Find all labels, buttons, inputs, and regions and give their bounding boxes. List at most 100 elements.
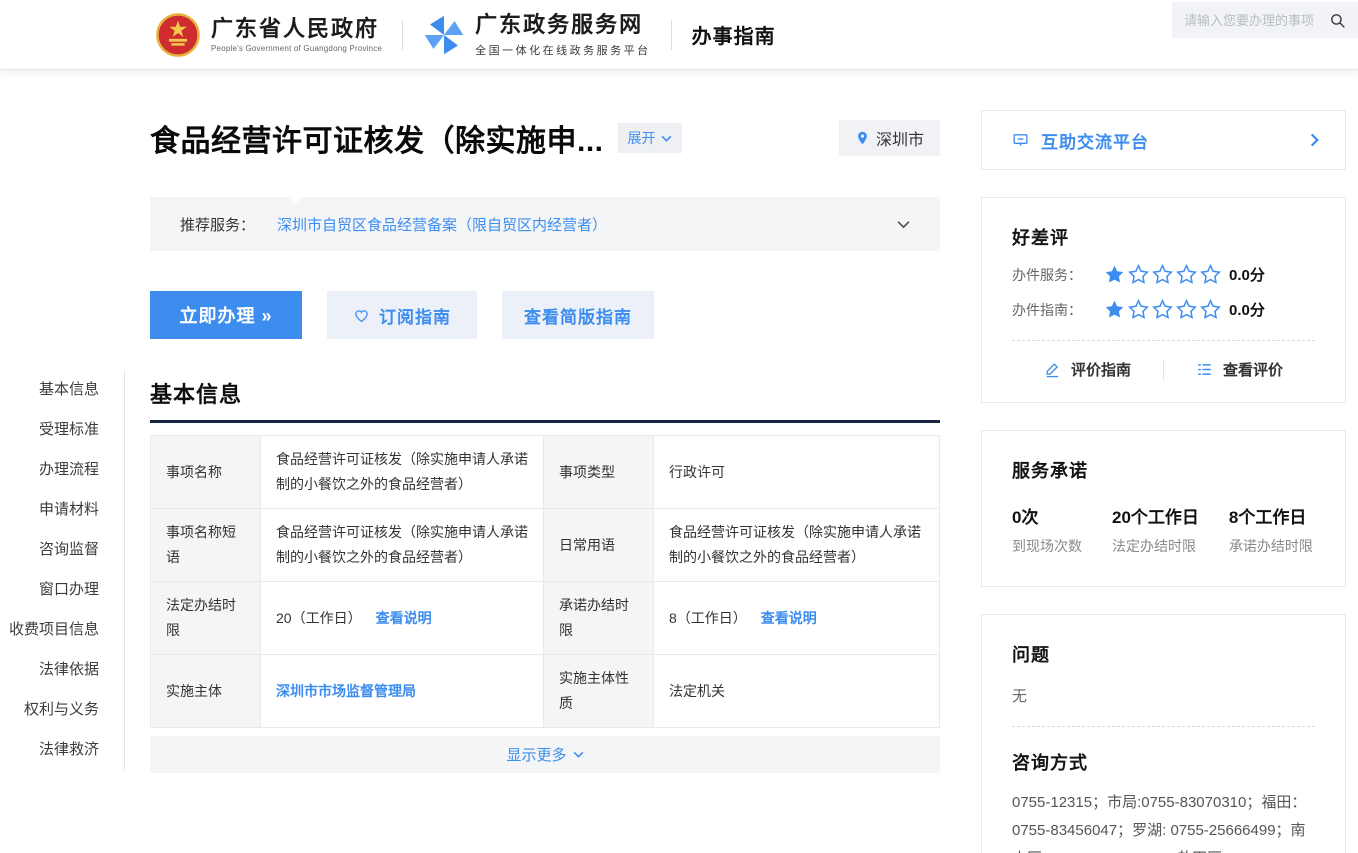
page-title: 食品经营许可证核发（除实施申...	[150, 116, 604, 160]
basic-info-heading: 基本信息	[150, 377, 940, 423]
pinwheel-logo-icon	[423, 14, 465, 56]
rating-service-label: 办件服务：	[1012, 265, 1104, 285]
chevron-right-icon	[1310, 133, 1319, 147]
show-more-label: 显示更多	[506, 744, 566, 765]
nav-item-accept-standard[interactable]: 受理标准	[0, 410, 124, 450]
basic-info-table: 事项名称 食品经营许可证核发（除实施申请人承诺制的小餐饮之外的食品经营者） 事项…	[150, 435, 940, 728]
view-explanation-link[interactable]: 查看说明	[761, 606, 817, 631]
rating-links: 评价指南 查看评价	[1012, 359, 1315, 380]
search-icon[interactable]	[1329, 12, 1346, 29]
table-label: 实施主体	[151, 655, 261, 727]
stat-onsite-visits: 0次 到现场次数	[1012, 503, 1082, 556]
apply-now-button[interactable]: 立即办理 »	[150, 291, 302, 339]
stat-label: 承诺办结时限	[1229, 536, 1313, 556]
rating-row-guide: 办件指南： 0.0分	[1012, 299, 1315, 320]
list-icon	[1196, 361, 1213, 378]
table-value: 食品经营许可证核发（除实施申请人承诺制的小餐饮之外的食品经营者）	[654, 509, 939, 582]
table-value-text: 法定机关	[669, 679, 725, 704]
nav-item-fees[interactable]: 收费项目信息	[0, 610, 124, 650]
question-consult-card: 问题 无 咨询方式 0755-12315；市局:0755-83070310；福田…	[981, 614, 1346, 853]
table-label: 事项名称短语	[151, 509, 261, 582]
nav-item-process[interactable]: 办理流程	[0, 450, 124, 490]
comment-icon	[1012, 132, 1029, 149]
star-icon	[1104, 264, 1125, 285]
national-emblem-icon	[155, 12, 201, 58]
nav-item-rights-duties[interactable]: 权利与义务	[0, 690, 124, 730]
mutual-platform-card[interactable]: 互助交流平台	[981, 110, 1346, 170]
subscribe-guide-button[interactable]: 订阅指南	[327, 291, 477, 339]
table-label: 日常用语	[544, 509, 654, 582]
nav-item-materials[interactable]: 申请材料	[0, 490, 124, 530]
header-divider	[402, 20, 403, 50]
star-icon	[1128, 264, 1149, 285]
table-label: 法定办结时限	[151, 582, 261, 655]
dashed-divider	[1012, 340, 1315, 341]
title-expand-button[interactable]: 展开	[618, 123, 682, 153]
recommend-service-bar: 推荐服务： 深圳市自贸区食品经营备案（限自贸区内经营者）	[150, 197, 940, 251]
search-input[interactable]	[1184, 13, 1329, 28]
rating-guide-score: 0.0分	[1229, 299, 1265, 320]
star-icon	[1176, 299, 1197, 320]
chevron-down-icon[interactable]	[897, 220, 910, 229]
recommend-notch	[288, 190, 302, 204]
nav-item-legal-remedy[interactable]: 法律救济	[0, 730, 124, 770]
view-explanation-link[interactable]: 查看说明	[376, 606, 432, 631]
gov-subtitle: People's Government of Guangdong Provinc…	[211, 44, 382, 53]
pencil-icon	[1044, 361, 1061, 378]
nav-item-window[interactable]: 窗口办理	[0, 570, 124, 610]
star-rating[interactable]	[1104, 299, 1221, 320]
title-row: 食品经营许可证核发（除实施申... 展开 深圳市	[150, 112, 940, 164]
table-label: 事项类型	[544, 436, 654, 509]
portal-title: 广东政务服务网	[475, 12, 651, 38]
city-selector[interactable]: 深圳市	[839, 120, 940, 156]
service-promise-card: 服务承诺 0次 到现场次数 20个工作日 法定办结时限 8个工作日 承诺办结时限	[981, 430, 1346, 587]
question-content: 无	[1012, 685, 1315, 706]
rating-service-score: 0.0分	[1229, 264, 1265, 285]
portal-subtitle: 全国一体化在线政务服务平台	[475, 42, 651, 58]
table-value: 20（工作日） 查看说明	[261, 582, 544, 655]
view-simple-guide-button[interactable]: 查看简版指南	[502, 291, 654, 339]
rating-title: 好差评	[1012, 224, 1315, 250]
title-expand-label: 展开	[628, 128, 656, 148]
view-simple-guide-label: 查看简版指南	[524, 303, 632, 328]
implementing-agency-link[interactable]: 深圳市市场监督管理局	[276, 679, 416, 704]
rating-guide-link[interactable]: 评价指南	[1012, 359, 1163, 380]
table-label: 实施主体性质	[544, 655, 654, 727]
subscribe-guide-label: 订阅指南	[379, 303, 451, 328]
portal-logo[interactable]: 广东政务服务网 全国一体化在线政务服务平台	[423, 12, 651, 58]
mutual-platform-label: 互助交流平台	[1041, 128, 1149, 153]
table-value-text: 20（工作日）	[276, 606, 362, 631]
table-value-text: 行政许可	[669, 460, 725, 485]
header-nav-guide: 办事指南	[692, 20, 776, 49]
table-value: 食品经营许可证核发（除实施申请人承诺制的小餐饮之外的食品经营者）	[261, 509, 544, 582]
table-value: 深圳市市场监督管理局	[261, 655, 544, 727]
heart-icon	[353, 307, 370, 324]
portal-logo-text: 广东政务服务网 全国一体化在线政务服务平台	[475, 12, 651, 58]
star-icon	[1128, 299, 1149, 320]
table-value: 食品经营许可证核发（除实施申请人承诺制的小餐饮之外的食品经营者）	[261, 436, 544, 509]
location-pin-icon	[855, 129, 870, 147]
rating-card: 好差评 办件服务： 0.0分 办件指南： 0.0分 评价指南	[981, 197, 1346, 403]
recommend-service-link[interactable]: 深圳市自贸区食品经营备案（限自贸区内经营者）	[277, 214, 607, 235]
table-value-text: 食品经营许可证核发（除实施申请人承诺制的小餐饮之外的食品经营者）	[669, 520, 924, 570]
stat-value: 0次	[1012, 503, 1082, 528]
nav-item-basic-info[interactable]: 基本信息	[0, 370, 124, 410]
table-value: 行政许可	[654, 436, 939, 509]
view-ratings-link[interactable]: 查看评价	[1163, 359, 1315, 380]
promise-stats: 0次 到现场次数 20个工作日 法定办结时限 8个工作日 承诺办结时限	[1012, 503, 1315, 564]
table-value-text: 食品经营许可证核发（除实施申请人承诺制的小餐饮之外的食品经营者）	[276, 520, 528, 570]
gov-logo[interactable]: 广东省人民政府 People's Government of Guangdong…	[155, 12, 382, 58]
view-ratings-link-label: 查看评价	[1223, 359, 1283, 380]
chevron-down-icon	[661, 135, 672, 142]
dashed-divider	[1012, 726, 1315, 727]
star-rating[interactable]	[1104, 264, 1221, 285]
table-label: 承诺办结时限	[544, 582, 654, 655]
question-title: 问题	[1012, 641, 1315, 667]
rating-guide-label: 办件指南：	[1012, 300, 1104, 320]
nav-item-legal-basis[interactable]: 法律依据	[0, 650, 124, 690]
stat-value: 20个工作日	[1112, 503, 1199, 528]
show-more-button[interactable]: 显示更多	[150, 736, 940, 773]
star-icon	[1152, 264, 1173, 285]
consult-phone-numbers: 0755-12315；市局:0755-83070310；福田：0755-8345…	[1012, 789, 1315, 853]
nav-item-consult-supervise[interactable]: 咨询监督	[0, 530, 124, 570]
